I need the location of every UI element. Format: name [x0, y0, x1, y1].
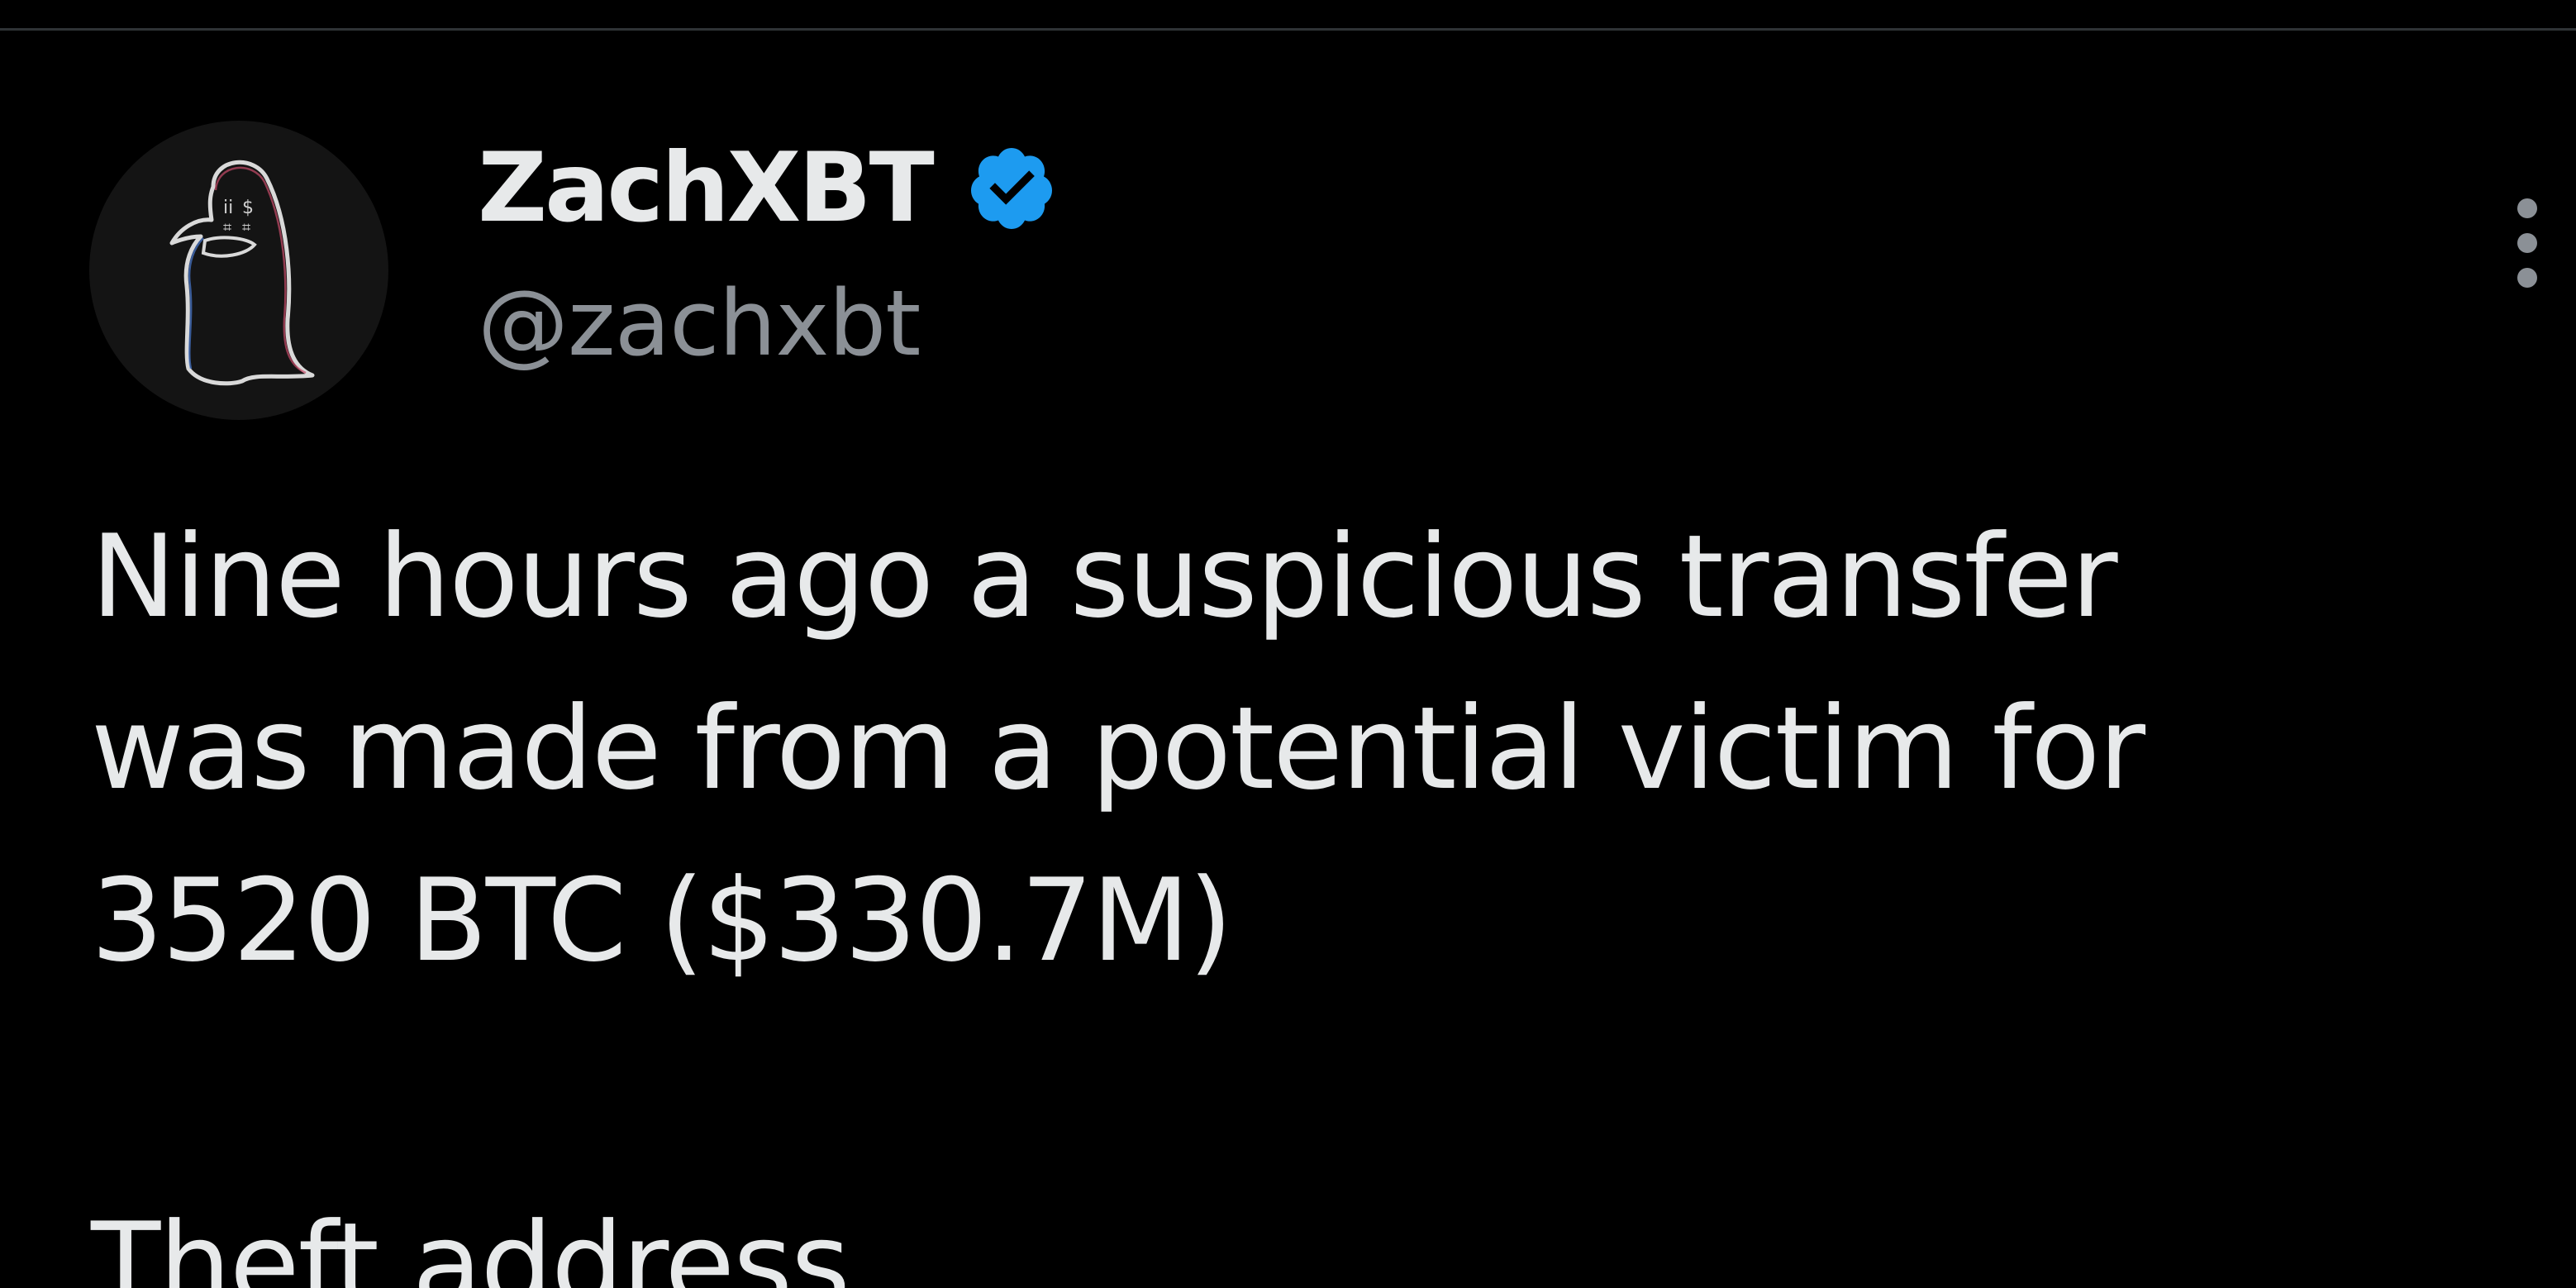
svg-text:$: $: [242, 198, 254, 218]
tweet-view: ii $ ⌗ ⌗ ZachXBT @zachxbt Nine hours ago…: [0, 0, 2576, 1288]
more-button[interactable]: [2494, 185, 2560, 301]
top-divider: [0, 28, 2576, 31]
tweet-text-line: Theft address: [91, 1198, 850, 1288]
ghost-penguin-sketch-avatar-icon: ii $ ⌗ ⌗: [169, 160, 315, 386]
tweet-text: Nine hours ago a suspicious transfer was…: [91, 491, 2488, 1288]
svg-text:⌗: ⌗: [223, 219, 231, 236]
tweet-text-line: 3520 BTC ($330.7M): [91, 854, 1233, 987]
svg-text:ii: ii: [223, 198, 233, 218]
svg-text:⌗: ⌗: [242, 219, 250, 236]
author-name-row: ZachXBT: [478, 131, 1058, 246]
author-handle[interactable]: @zachxbt: [478, 270, 921, 377]
more-vertical-icon: [2517, 198, 2537, 288]
tweet-text-line: Nine hours ago a suspicious transfer: [91, 510, 2118, 643]
verified-badge-icon[interactable]: [965, 142, 1058, 235]
avatar[interactable]: ii $ ⌗ ⌗: [89, 121, 388, 420]
author-display-name[interactable]: ZachXBT: [478, 131, 935, 246]
tweet-text-line: was made from a potential victim for: [91, 682, 2145, 815]
